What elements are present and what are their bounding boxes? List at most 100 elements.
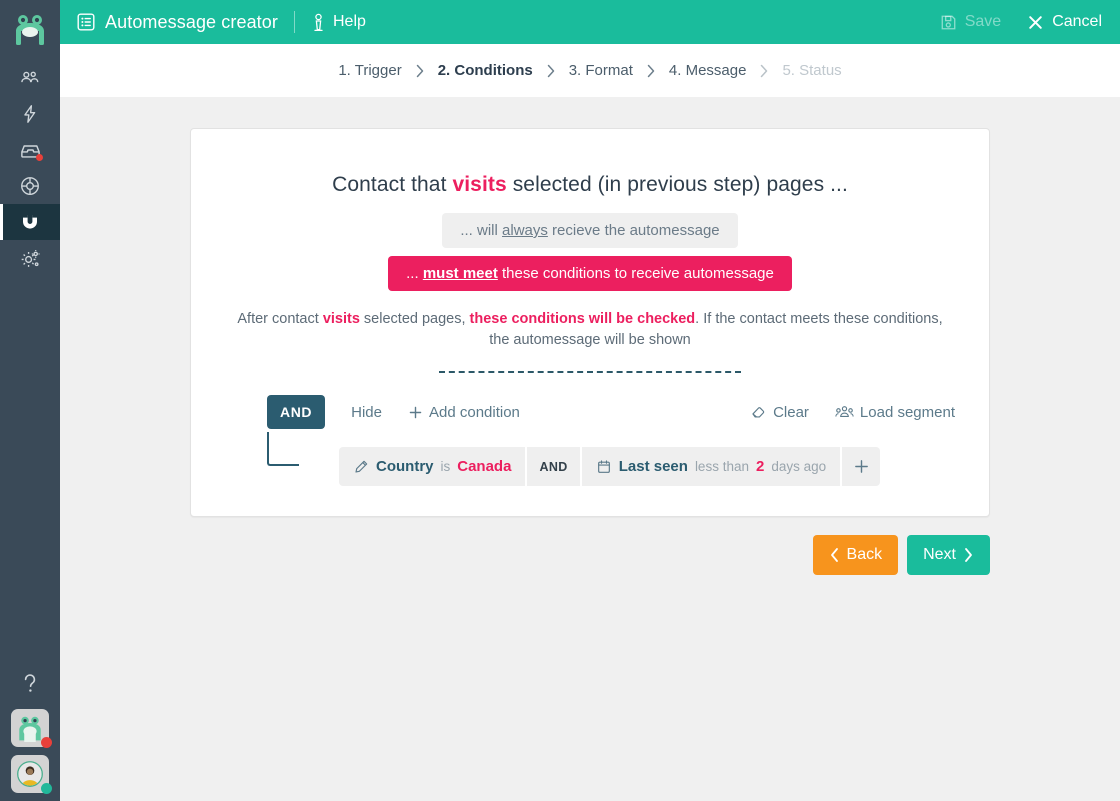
option-always-keyword: always [502,222,548,239]
option-always-suffix: recieve the automessage [547,222,720,239]
gears-settings-icon [21,249,40,267]
chevron-left-icon [830,548,838,562]
sidebar-nav [0,60,60,276]
condition-builder: AND Hide Add condition Clear Load segmen… [225,395,955,487]
chevron-right-icon [416,64,423,77]
sidebar-item-support[interactable] [0,168,60,204]
condition-group: Country is Canada AND Last seen less tha… [339,447,881,487]
magnet-icon [23,215,37,229]
step-status[interactable]: 5. Status [782,62,841,79]
lightning-bolt-icon [24,105,36,123]
condition-field: Country [376,458,434,476]
help-info-icon [314,13,323,31]
app-title-group: Automessage creator [76,12,278,33]
plus-icon [854,460,868,473]
mascot-avatar[interactable] [11,709,52,748]
chevron-right-icon [761,64,768,77]
hide-button[interactable]: Hide [351,404,382,421]
next-button[interactable]: Next [907,535,990,576]
logic-operator-button[interactable]: AND [267,395,326,430]
pencil-icon [355,460,368,473]
group-people-icon [835,406,854,418]
chevron-right-icon [547,64,554,77]
builder-connector-line [267,432,299,467]
step-separator [646,63,656,79]
main-column: Automessage creator Help Save Cancel 1. … [60,0,1120,801]
save-button[interactable]: Save [940,13,1001,31]
page-title: Contact that visits selected (in previou… [225,173,955,197]
wizard-footer-buttons: Back Next [190,535,990,576]
floppy-save-icon [941,15,956,29]
topbar-divider [294,11,295,33]
load-segment-label: Load segment [859,403,955,421]
condition-operator: less than [694,459,749,475]
sidebar-help-button[interactable] [0,667,60,701]
explain-p1: After contact [237,311,323,327]
step-separator [759,63,769,79]
condition-field: Last seen [618,458,688,476]
condition-row[interactable]: Last seen less than 2 days ago [581,447,841,487]
add-condition-chip-button[interactable] [840,447,881,487]
sidebar-item-lead-magnet[interactable] [0,204,60,240]
add-condition-button[interactable]: Add condition [408,404,520,421]
option-must-suffix: these conditions to receive automessage [497,265,774,282]
app-root: Automessage creator Help Save Cancel 1. … [0,0,1120,801]
condition-join-operator[interactable]: AND [525,447,582,487]
contacts-people-icon [21,71,39,83]
add-condition-label: Add condition [429,403,520,421]
option-must-prefix: ... [406,265,423,282]
lifebuoy-support-icon [21,177,39,195]
left-sidebar [0,0,60,801]
help-label: Help [333,13,366,30]
clear-label: Clear [773,403,809,421]
step-separator [415,63,425,79]
hide-label: Hide [351,403,382,421]
app-logo[interactable] [0,0,60,60]
sidebar-item-automation[interactable] [0,96,60,132]
explanation-text: After contact visits selected pages, the… [235,309,945,351]
help-button[interactable]: Help [311,13,366,32]
app-title: Automessage creator [105,11,278,32]
headline-highlight: visits [452,173,507,196]
load-segment-button[interactable]: Load segment [835,404,955,421]
user-avatar-icon [17,761,43,787]
explain-h2: these conditions will be checked [469,311,696,327]
back-label: Back [846,546,883,564]
option-must-meet[interactable]: ... must meet these conditions to receiv… [388,256,792,291]
close-x-icon [1029,15,1042,29]
conditions-list: Country is Canada AND Last seen less tha… [339,447,955,487]
list-document-icon [77,13,95,31]
option-must-keyword: must meet [422,265,498,282]
sidebar-item-settings[interactable] [0,240,60,276]
topbar-actions: Save Cancel [940,13,1102,31]
next-label: Next [923,546,956,564]
condition-row[interactable]: Country is Canada [339,447,526,487]
step-message[interactable]: 4. Message [669,62,747,79]
frog-avatar-icon [19,716,41,742]
user-avatar[interactable] [11,755,52,794]
condition-mode-options: ... will always recieve the automessage … [225,213,955,291]
content-area: Contact that visits selected (in previou… [60,97,1120,801]
step-trigger[interactable]: 1. Trigger [338,62,401,79]
chevron-right-icon [965,548,972,562]
back-button[interactable]: Back [812,535,899,576]
sidebar-item-inbox[interactable] [0,132,60,168]
clear-button[interactable]: Clear [751,404,809,421]
explain-h1: visits [322,311,360,327]
step-conditions[interactable]: 2. Conditions [438,62,533,79]
step-navigation: 1. Trigger 2. Conditions 3. Format 4. Me… [60,44,1120,97]
condition-value: Canada [457,458,512,476]
save-label: Save [964,13,1002,30]
sidebar-item-contacts[interactable] [0,60,60,96]
eraser-icon [752,407,765,418]
step-format[interactable]: 3. Format [569,62,633,79]
dashed-divider [439,371,741,374]
question-mark-icon [24,674,36,692]
conditions-card: Contact that visits selected (in previou… [190,128,990,518]
plus-icon [409,406,422,418]
cancel-button[interactable]: Cancel [1027,13,1102,31]
headline-part1: Contact that [332,173,453,196]
builder-toolbar: AND Hide Add condition Clear Load segmen… [267,395,955,430]
headline-part2: selected (in previous step) pages ... [506,173,848,196]
option-always[interactable]: ... will always recieve the automessage [442,213,738,248]
